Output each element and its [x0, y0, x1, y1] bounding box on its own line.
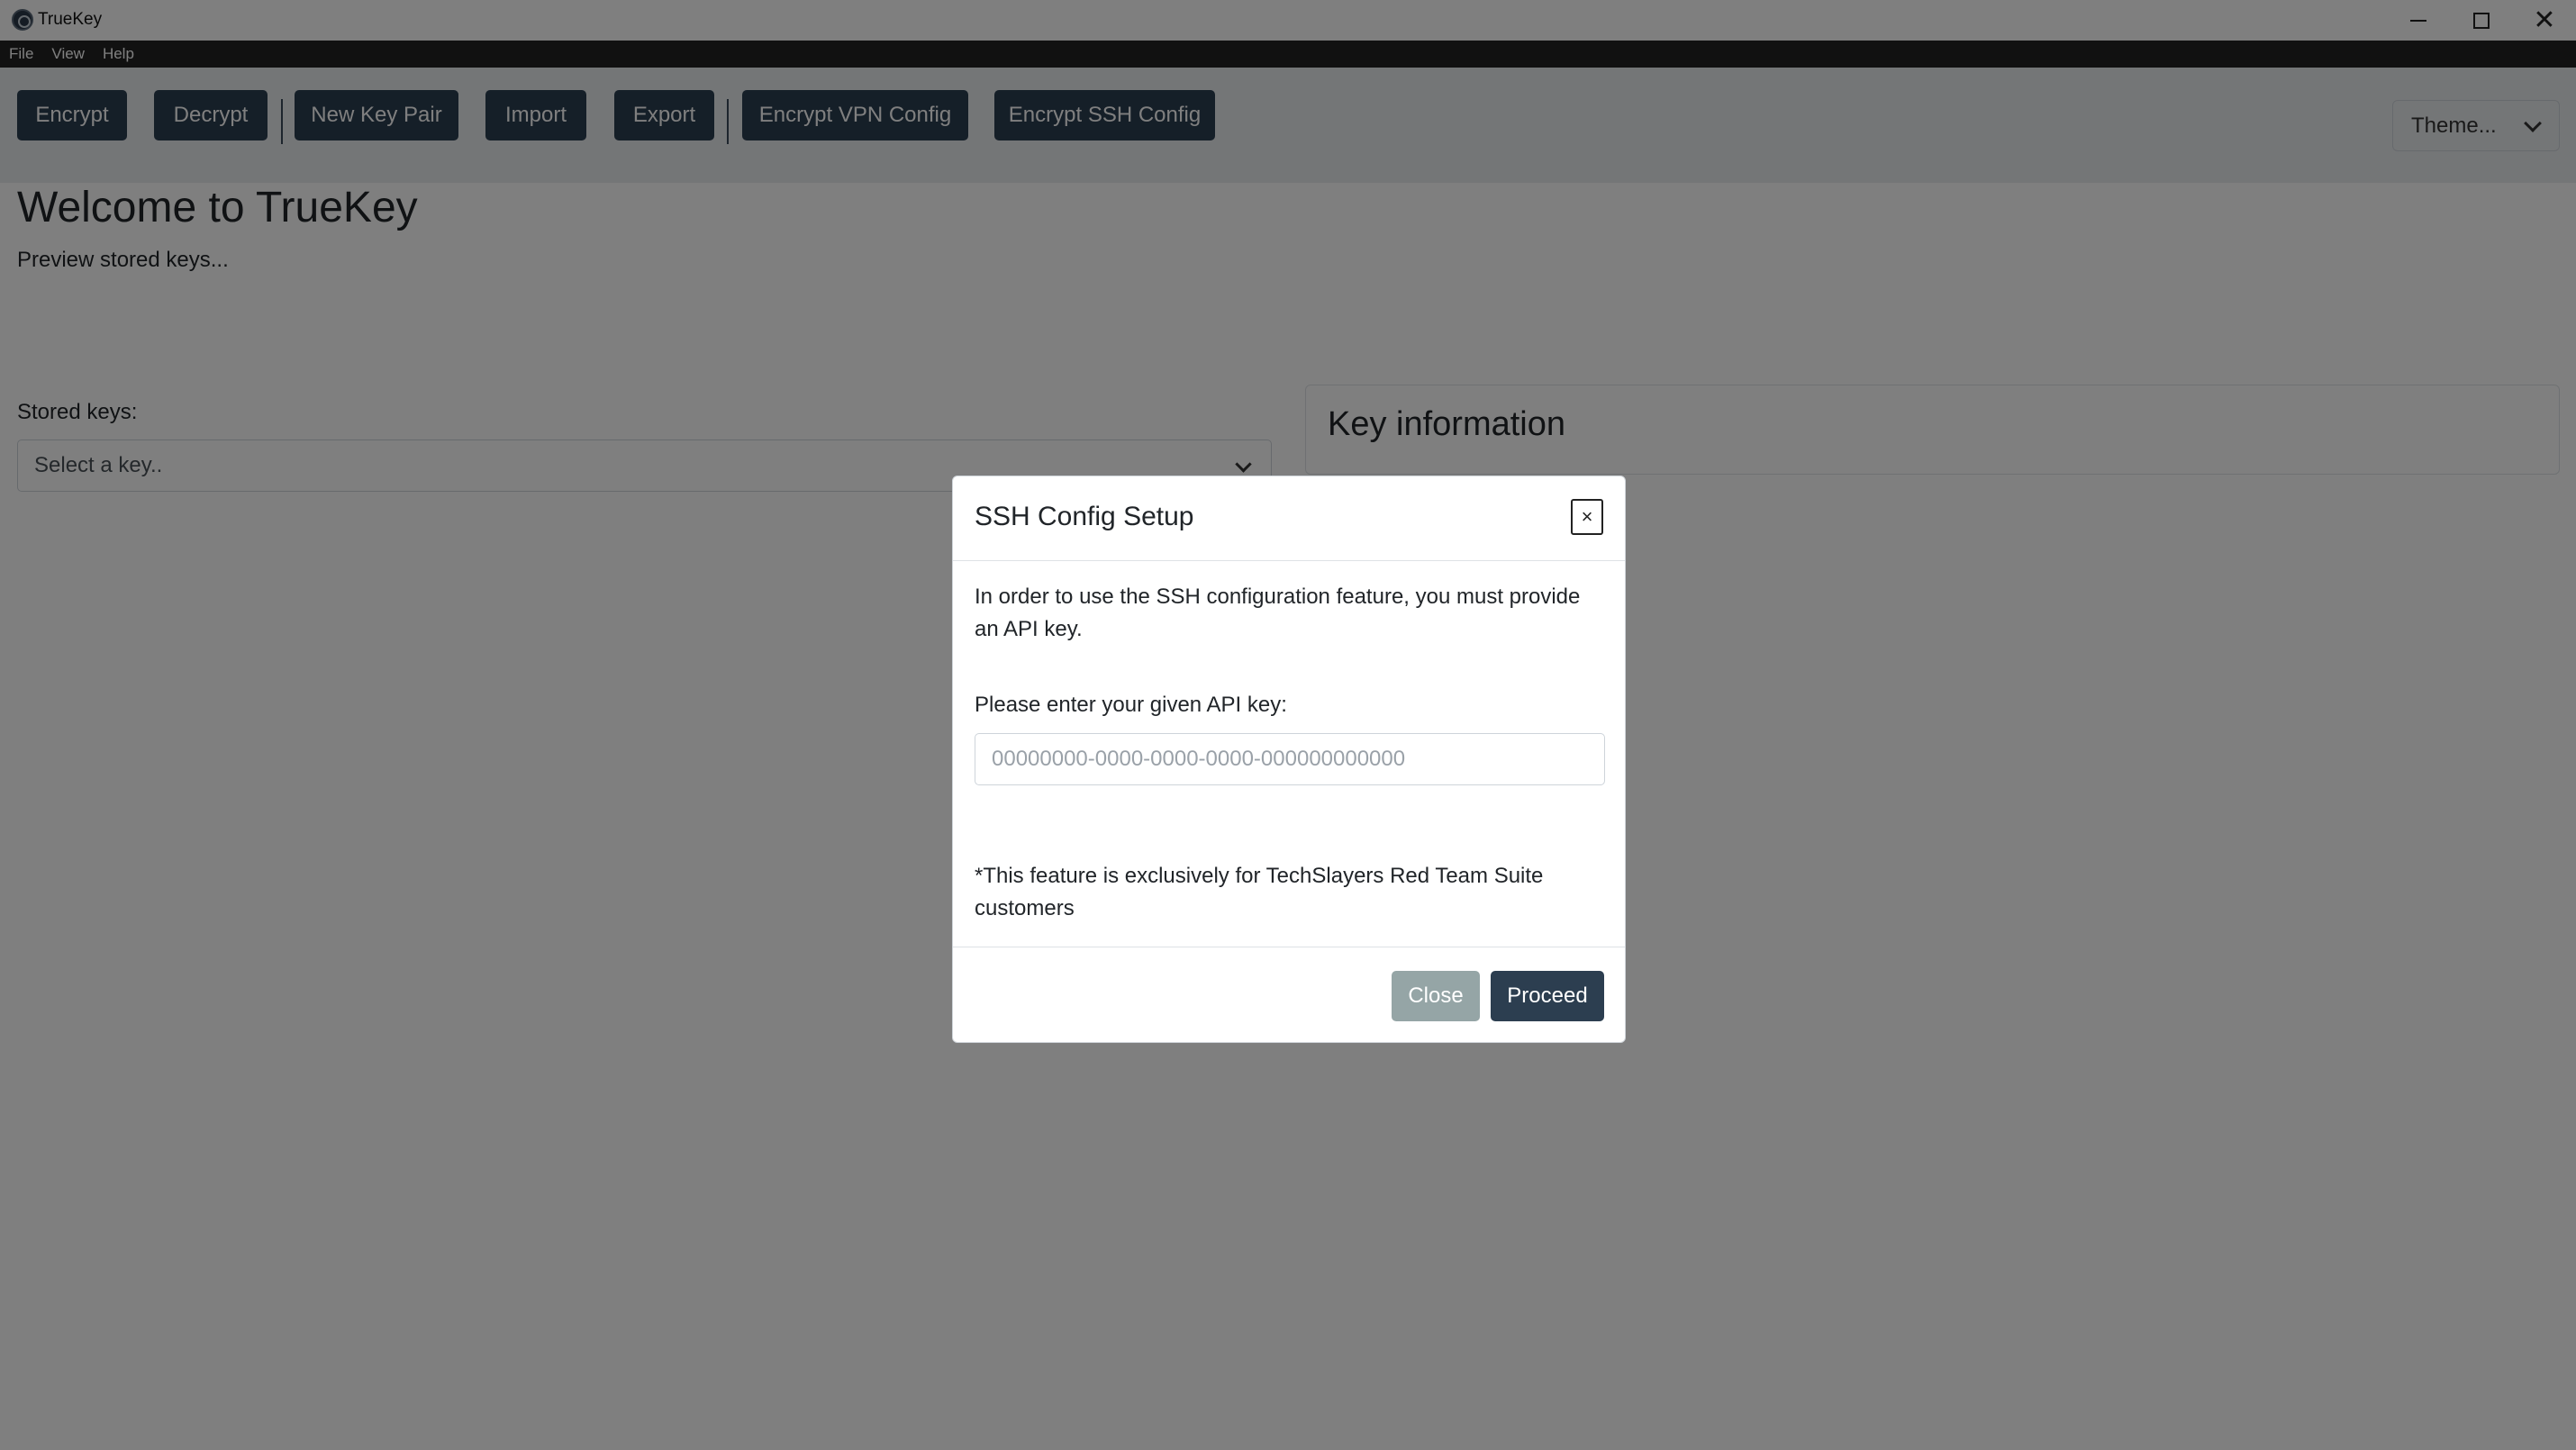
proceed-button[interactable]: Proceed	[1491, 971, 1604, 1021]
api-key-label: Please enter your given API key:	[975, 693, 1287, 717]
api-key-input[interactable]	[975, 733, 1605, 785]
modal-note: *This feature is exclusively for TechSla…	[975, 864, 1544, 920]
modal-footer: Close Proceed	[953, 947, 1625, 1042]
ssh-config-modal: SSH Config Setup × In order to use the S…	[952, 476, 1626, 1043]
modal-description: In order to use the SSH configuration fe…	[975, 585, 1581, 641]
modal-header: SSH Config Setup ×	[953, 476, 1625, 561]
close-button[interactable]: Close	[1392, 971, 1480, 1021]
modal-title: SSH Config Setup	[975, 502, 1194, 531]
modal-close-icon[interactable]: ×	[1571, 499, 1603, 535]
